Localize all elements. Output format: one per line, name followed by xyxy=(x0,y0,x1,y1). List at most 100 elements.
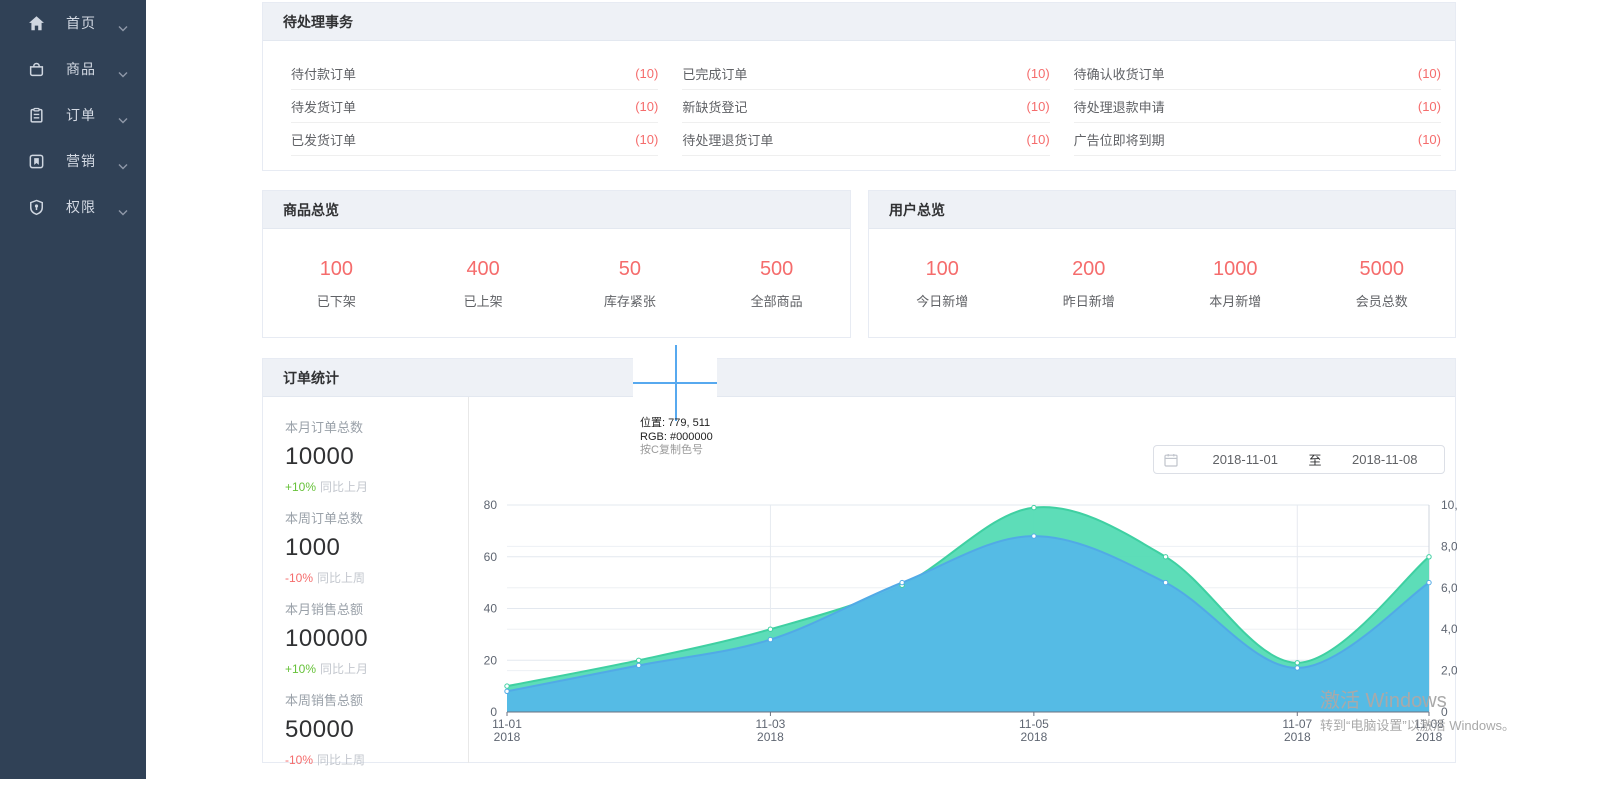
pending-task-item[interactable]: 已发货订单(10) xyxy=(291,123,658,156)
pending-task-count: (10) xyxy=(635,66,658,81)
data-point xyxy=(1163,555,1167,559)
user-overview-stats: 100今日新增200昨日新增1000本月新增5000会员总数 xyxy=(869,229,1455,338)
stat-value: 100 xyxy=(869,258,1016,281)
delta-percent: +10% xyxy=(285,480,316,494)
stat-label: 本月新增 xyxy=(1162,291,1309,310)
stat-value: 1000 xyxy=(1162,258,1309,281)
order-stat-label: 本月订单总数 xyxy=(285,417,468,436)
sidebar-item-label: 订单 xyxy=(66,105,96,125)
stat-value: 100 xyxy=(263,258,410,281)
overview-stat: 50库存紧张 xyxy=(557,258,704,310)
watermark-title: 激活 Windows xyxy=(1320,690,1515,712)
tooltip-rgb-line: RGB: #000000 xyxy=(640,431,713,445)
chevron-down-icon xyxy=(118,65,128,83)
tooltip-position-line: 位置: 779, 511 xyxy=(640,417,713,431)
right-axis-labels: 02,0004,0006,0008,00010,000 xyxy=(1441,498,1457,719)
right-axis-tick-label: 2,000 xyxy=(1441,664,1457,678)
panel-title: 用户总览 xyxy=(869,191,1455,229)
pending-task-item[interactable]: 新缺货登记(10) xyxy=(682,90,1049,123)
overview-stat: 200 昨日新增 xyxy=(1016,258,1163,310)
x-axis-tick-label: 11-01 xyxy=(492,717,522,731)
delta-percent: +10% xyxy=(285,662,316,676)
data-point xyxy=(637,663,641,667)
sidebar-item-product[interactable]: 商品 xyxy=(0,46,146,92)
data-point xyxy=(505,689,509,693)
stat-value: 400 xyxy=(410,258,557,281)
stat-label: 会员总数 xyxy=(1309,291,1456,310)
pending-task-item[interactable]: 待处理退货订单 (10) xyxy=(682,123,1049,156)
x-axis-year-label: 2018 xyxy=(1021,730,1048,744)
pending-task-label: 广告位即将到期 xyxy=(1074,130,1165,149)
order-stat-value: 50000 xyxy=(285,716,468,744)
delta-percent: -10% xyxy=(285,753,313,767)
pending-task-count: (10) xyxy=(1418,132,1441,147)
overview-stat: 400 已上架 xyxy=(410,258,557,310)
sidebar-item-marketing[interactable]: 营销 xyxy=(0,138,146,184)
left-axis-tick-label: 20 xyxy=(484,653,498,667)
tooltip-hint-line: 按C复制色号 xyxy=(640,444,713,458)
order-statistics-panel: 订单统计 本月订单总数10000+10%同比上月本周订单总数1000-10%同比… xyxy=(262,358,1456,763)
stat-value: 200 xyxy=(1016,258,1163,281)
pending-task-count: (10) xyxy=(1418,99,1441,114)
delta-compare-label: 同比上周 xyxy=(317,571,365,585)
order-stat-value: 100000 xyxy=(285,625,468,653)
overview-stat: 100 已下架 xyxy=(263,258,410,310)
right-axis-tick-label: 6,000 xyxy=(1441,581,1457,595)
sidebar-item-permission[interactable]: 权限 xyxy=(0,184,146,230)
data-point xyxy=(900,580,904,584)
pending-task-count: (10) xyxy=(1418,66,1441,81)
pending-task-count: (10) xyxy=(1027,132,1050,147)
permission-icon xyxy=(27,198,45,216)
product-overview-stats: 100 已下架400 已上架50库存紧张500全部商品 xyxy=(263,229,850,338)
x-axis-labels: 11-01201811-03201811-05201811-07201811-0… xyxy=(492,717,1444,744)
sidebar-item-label: 商品 xyxy=(66,59,96,79)
data-point xyxy=(1295,666,1299,670)
product-icon xyxy=(27,60,45,78)
left-axis-tick-label: 80 xyxy=(484,498,498,512)
data-point xyxy=(768,637,772,641)
sidebar-item-order[interactable]: 订单 xyxy=(0,92,146,138)
stat-label: 已下架 xyxy=(263,291,410,310)
crosshair-horizontal-line xyxy=(633,382,717,384)
left-axis-tick-label: 60 xyxy=(484,550,498,564)
stat-value: 50 xyxy=(557,258,704,281)
sidebar-item-label: 首页 xyxy=(66,13,96,33)
overview-stat: 5000 会员总数 xyxy=(1309,258,1456,310)
pending-task-item[interactable]: 待处理退款申请(10) xyxy=(1074,90,1441,123)
x-axis-year-label: 2018 xyxy=(757,730,784,744)
pending-task-item[interactable]: 待发货订单 (10) xyxy=(291,90,658,123)
order-stat-label: 本月销售总额 xyxy=(285,599,468,618)
overview-stat: 1000 本月新增 xyxy=(1162,258,1309,310)
stat-value: 5000 xyxy=(1309,258,1456,281)
pending-task-item[interactable]: 已完成订单(10) xyxy=(682,57,1049,90)
pending-task-label: 待处理退货订单 xyxy=(682,130,773,149)
delta-compare-label: 同比上月 xyxy=(320,480,368,494)
pending-task-item[interactable]: 待确认收货订单(10) xyxy=(1074,57,1441,90)
pending-task-item[interactable]: 待付款订单(10) xyxy=(291,57,658,90)
order-stat-delta: -10%同比上周 xyxy=(285,569,468,586)
stat-label: 已上架 xyxy=(410,291,557,310)
stat-label: 昨日新增 xyxy=(1016,291,1163,310)
watermark-subtitle: 转到“电脑设置”以激活 Windows。 xyxy=(1320,715,1515,734)
data-point xyxy=(1295,661,1299,665)
data-point xyxy=(1427,580,1431,584)
user-overview-panel: 用户总览 100今日新增200昨日新增1000本月新增5000会员总数 xyxy=(868,190,1456,338)
left-axis-labels: 020406080 xyxy=(484,498,498,719)
order-chart-svg: 02040608002,0004,0006,0008,00010,00011-0… xyxy=(469,441,1457,802)
sidebar-item-home[interactable]: 首页 xyxy=(0,0,146,46)
order-stat-delta: +10% 同比上月 xyxy=(285,478,468,495)
pending-task-label: 待发货订单 xyxy=(291,97,356,116)
data-point xyxy=(505,684,509,688)
order-stat-value: 1000 xyxy=(285,534,468,562)
sidebar-item-label: 营销 xyxy=(66,151,96,171)
order-stat-group: 本周订单总数1000-10%同比上周 xyxy=(285,508,468,586)
order-stats-column: 本月订单总数10000+10%同比上月本周订单总数1000-10%同比上周本月销… xyxy=(263,397,469,763)
pending-task-count: (10) xyxy=(635,132,658,147)
overview-stat: 500全部商品 xyxy=(703,258,850,310)
x-axis-year-label: 2018 xyxy=(494,730,521,744)
pending-task-item[interactable]: 广告位即将到期 (10) xyxy=(1074,123,1441,156)
delta-compare-label: 同比上周 xyxy=(317,753,365,767)
order-stat-delta: +10%同比上月 xyxy=(285,660,468,677)
pending-task-count: (10) xyxy=(635,99,658,114)
windows-activation-watermark: 激活 Windows 转到“电脑设置”以激活 Windows。 xyxy=(1320,690,1515,734)
